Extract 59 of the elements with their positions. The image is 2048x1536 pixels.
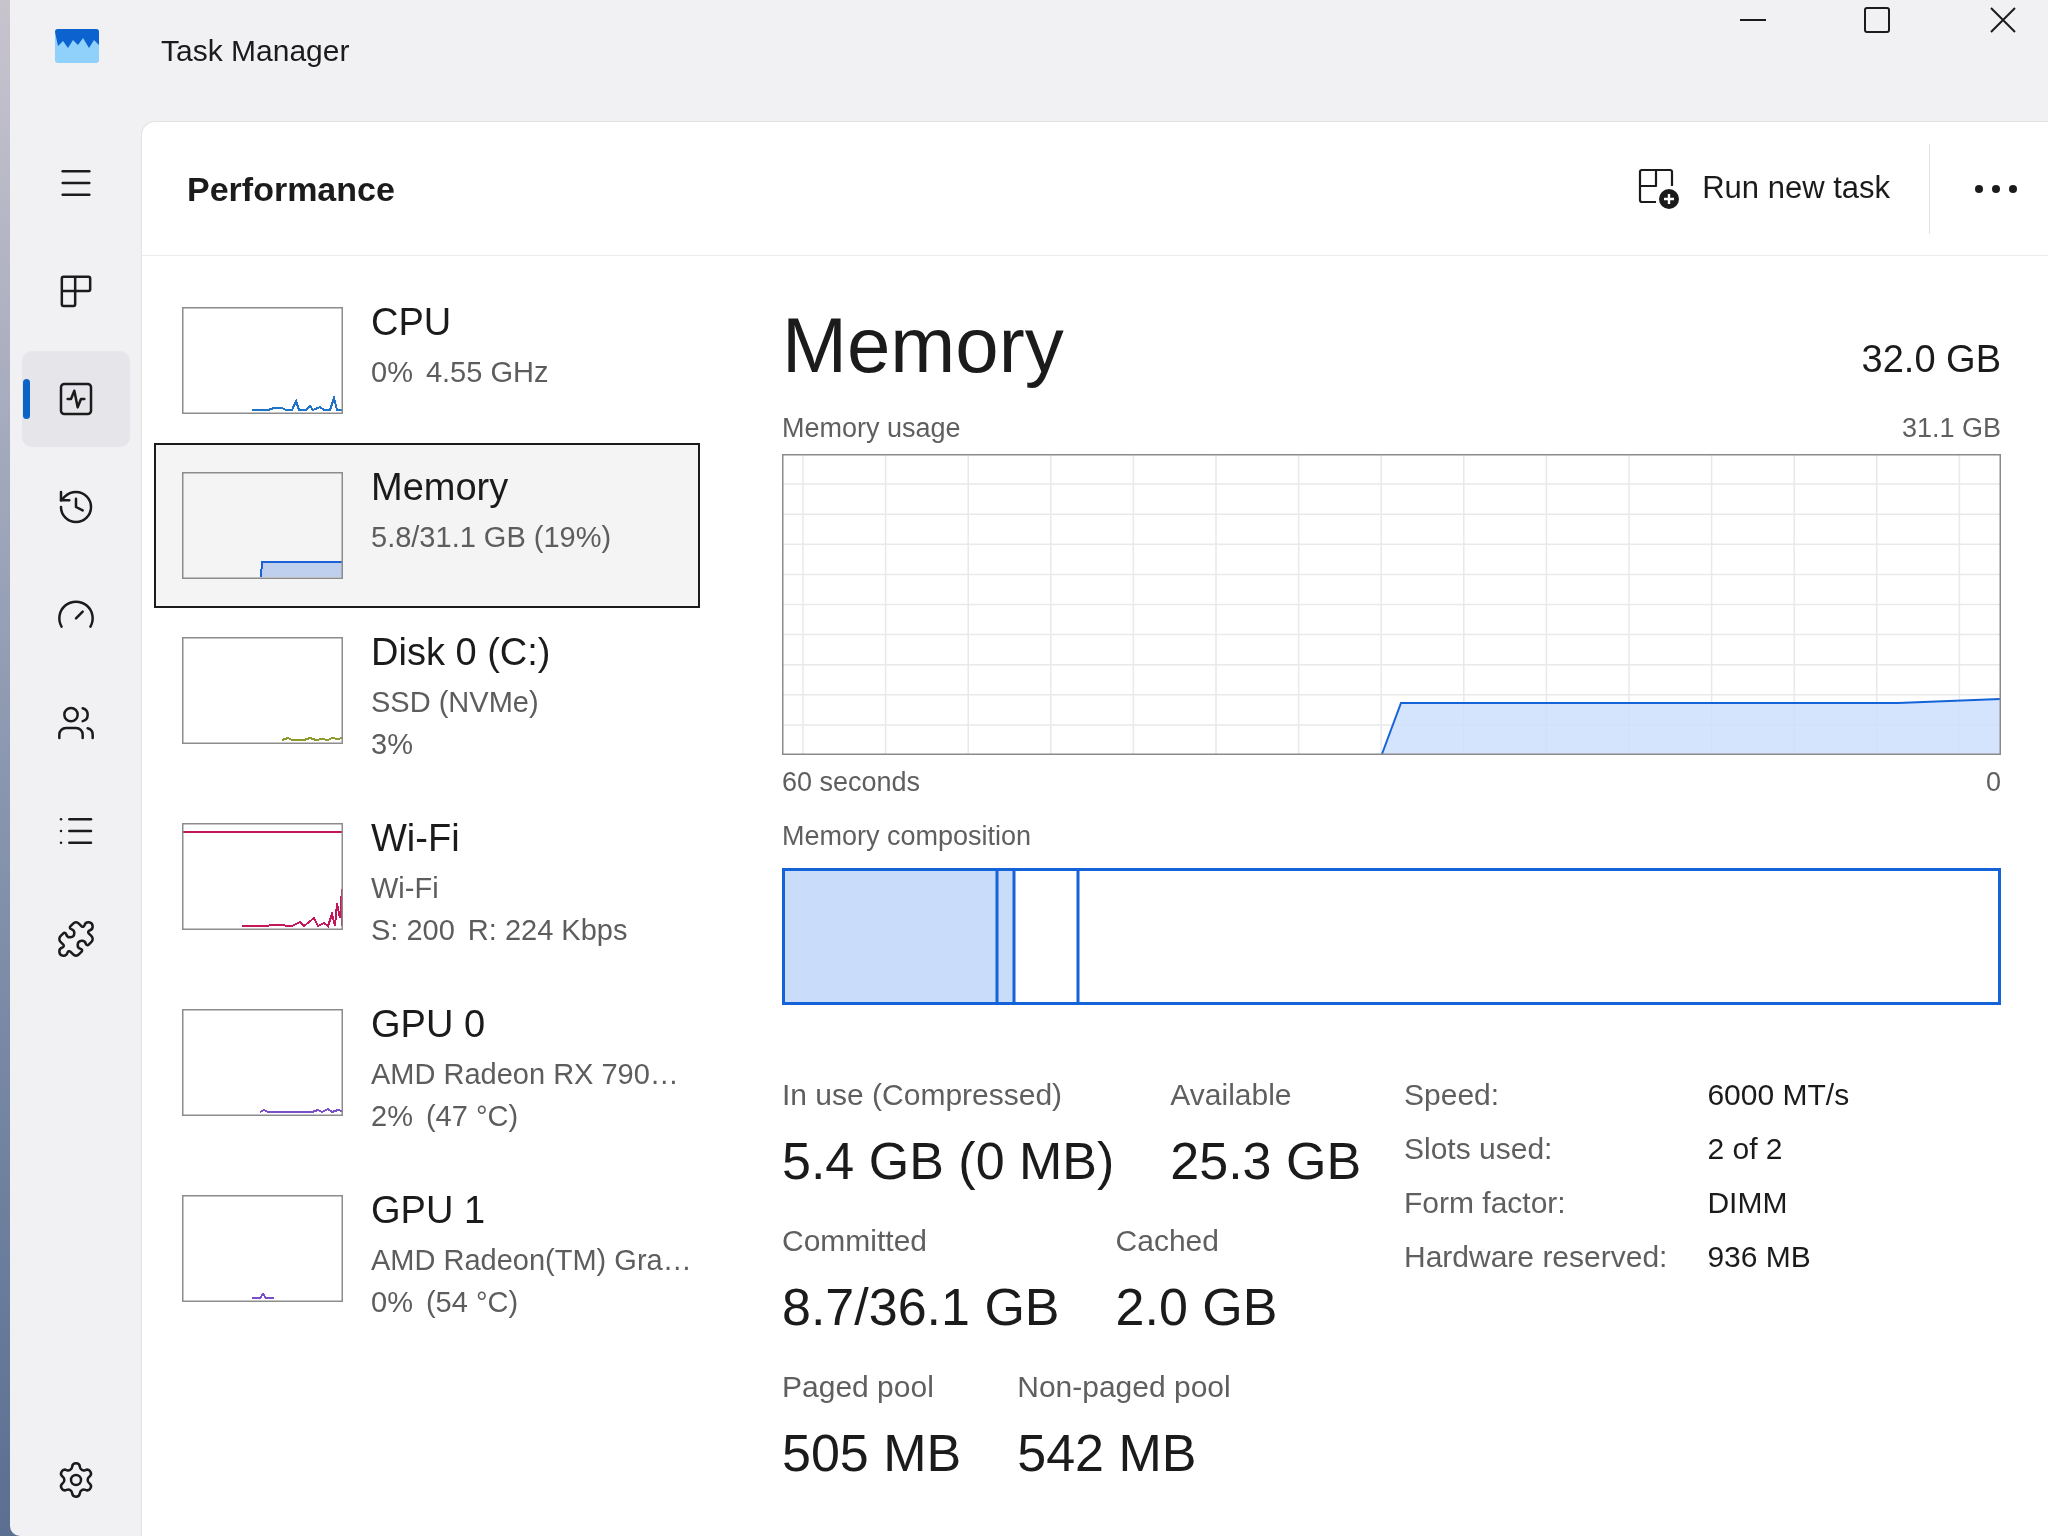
chart-label: Memory usage — [782, 412, 961, 445]
chart-label: Memory composition — [782, 820, 1032, 853]
device-stat: 2% — [371, 1099, 413, 1134]
spec-label: Form factor: — [1404, 1185, 1567, 1221]
more-icon — [1975, 184, 2017, 193]
stat-label: Non-paged pool — [1017, 1369, 1231, 1405]
device-title: Memory — [371, 465, 510, 510]
page-title: Performance — [187, 168, 395, 210]
puzzle-icon — [55, 919, 96, 959]
nav-button[interactable] — [21, 351, 130, 447]
axis-label: 60 seconds — [782, 766, 921, 799]
device-stat: 0% — [371, 355, 413, 390]
spec-value: DIMM — [1707, 1185, 1789, 1221]
spec-label: Hardware reserved: — [1404, 1239, 1668, 1275]
device-stat: 3% — [371, 727, 413, 762]
stat-label: Paged pool — [782, 1369, 934, 1405]
stat-label: Committed — [782, 1223, 928, 1259]
device-stat: SSD (NVMe) — [371, 685, 539, 720]
device-title: CPU — [371, 300, 453, 345]
spec-value: 2 of 2 — [1707, 1131, 1784, 1167]
spec-value: 936 MB — [1707, 1239, 1812, 1275]
device-stat: 0% — [371, 1285, 413, 1320]
device-title: GPU 1 — [371, 1188, 487, 1233]
chart-max-label: 31.1 GB — [1901, 412, 2001, 445]
device-item[interactable]: Memory 5.8/31.1 GB (19%) — [154, 443, 700, 608]
run-new-task-button[interactable]: Run new task — [1624, 152, 1904, 225]
device-stat: 5.8/31.1 GB (19%) — [371, 520, 612, 555]
device-stat: S: 200 — [371, 913, 455, 948]
close-icon — [1989, 7, 2016, 33]
window-title: Task Manager — [161, 33, 350, 69]
stat-label: In use (Compressed) — [782, 1077, 1063, 1113]
stat-label: Available — [1170, 1077, 1292, 1113]
device-title: Disk 0 (C:) — [371, 630, 551, 675]
device-title: Wi-Fi — [371, 816, 461, 861]
stat-value: 8.7/36.1 GB — [782, 1277, 1060, 1338]
spec-label: Speed: — [1404, 1077, 1501, 1113]
device-stat: (47 °C) — [425, 1099, 519, 1134]
spec-value: 6000 MT/s — [1707, 1077, 1850, 1113]
device-stat: 4.55 GHz — [425, 355, 549, 390]
device-title: GPU 0 — [371, 1002, 487, 1047]
axis-label: 0 — [1985, 766, 2001, 799]
spec-label: Slots used: — [1404, 1131, 1554, 1167]
stat-value: 5.4 GB (0 MB) — [782, 1131, 1115, 1192]
stat-value: 25.3 GB — [1170, 1131, 1362, 1192]
maximize-icon — [1864, 7, 1890, 33]
stat-value: 2.0 GB — [1115, 1277, 1278, 1338]
stat-label: Cached — [1115, 1223, 1219, 1259]
device-stat: R: 224 Kbps — [467, 913, 628, 948]
device-stat: AMD Radeon(TM) Gra… — [371, 1243, 692, 1278]
total-memory: 32.0 GB — [1861, 337, 2001, 382]
window-add-icon — [1638, 167, 1681, 210]
minimize-icon — [1740, 19, 1766, 21]
device-stat: Wi-Fi — [371, 871, 439, 906]
device-stat: (54 °C) — [425, 1285, 519, 1320]
stat-value: 505 MB — [782, 1423, 962, 1484]
device-stat: AMD Radeon RX 790… — [371, 1057, 679, 1092]
app-logo-icon — [55, 29, 99, 63]
active-indicator-icon — [22, 379, 30, 419]
stat-value: 542 MB — [1017, 1423, 1197, 1484]
